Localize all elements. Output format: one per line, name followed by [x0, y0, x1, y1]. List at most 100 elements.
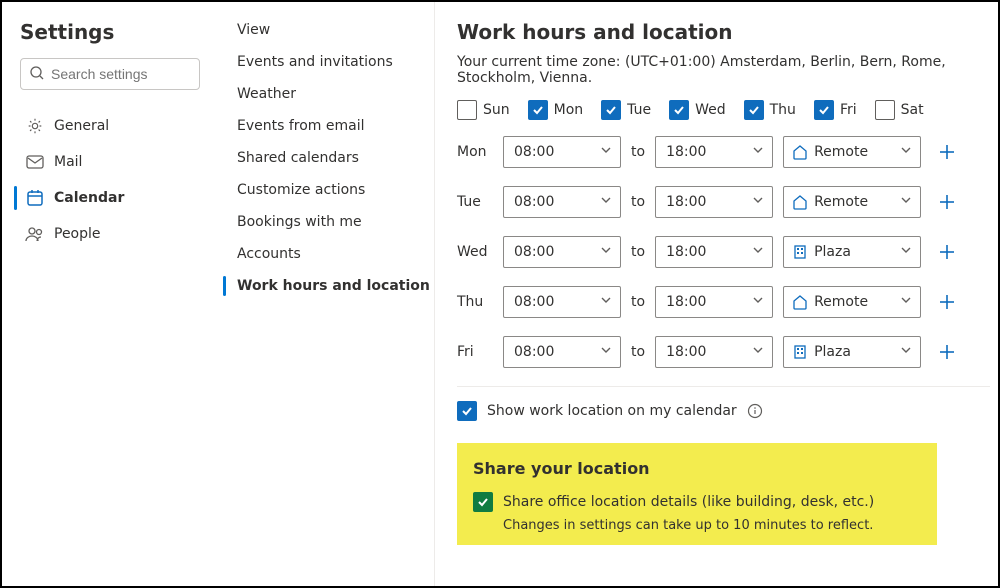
day-toggle[interactable]: Wed: [669, 100, 726, 120]
category-calendar[interactable]: Calendar: [20, 180, 205, 216]
day-label: Sat: [901, 102, 924, 118]
settings-heading: Settings: [20, 20, 205, 44]
end-time-dropdown[interactable]: 18:00: [655, 186, 773, 218]
start-time-value: 08:00: [514, 344, 554, 360]
day-name: Fri: [457, 344, 493, 360]
people-icon: [24, 226, 46, 242]
subcategory-item[interactable]: Work hours and location: [217, 270, 434, 302]
share-location-label: Share office location details (like buil…: [503, 494, 874, 510]
day-label: Mon: [554, 102, 584, 118]
share-location-checkbox[interactable]: [473, 492, 493, 512]
end-time-value: 18:00: [666, 194, 706, 210]
subcategory-item[interactable]: Customize actions: [217, 174, 434, 206]
chevron-down-icon: [600, 244, 612, 256]
subcategory-item[interactable]: View: [217, 14, 434, 46]
location-value: Remote: [814, 194, 868, 210]
start-time-dropdown[interactable]: 08:00: [503, 136, 621, 168]
day-toggle[interactable]: Tue: [601, 100, 651, 120]
checkbox[interactable]: [744, 100, 764, 120]
day-label: Thu: [770, 102, 796, 118]
work-hours-row: Wed 08:00 to 18:00 Plaza: [457, 236, 990, 268]
category-label: Mail: [54, 154, 82, 170]
search-input[interactable]: [20, 58, 200, 90]
end-time-dropdown[interactable]: 18:00: [655, 136, 773, 168]
location-value: Plaza: [814, 244, 851, 260]
add-slot-button[interactable]: [931, 286, 963, 318]
subcategory-item[interactable]: Weather: [217, 78, 434, 110]
day-name: Mon: [457, 144, 493, 160]
location-dropdown[interactable]: Remote: [783, 136, 921, 168]
subcategory-item[interactable]: Events from email: [217, 110, 434, 142]
category-people[interactable]: People: [20, 216, 205, 252]
home-icon: [792, 144, 808, 160]
category-label: People: [54, 226, 101, 242]
end-time-dropdown[interactable]: 18:00: [655, 286, 773, 318]
checkbox[interactable]: [528, 100, 548, 120]
category-label: Calendar: [54, 190, 124, 206]
day-name: Wed: [457, 244, 493, 260]
checkbox[interactable]: [457, 100, 477, 120]
gear-icon: [24, 117, 46, 135]
checkbox[interactable]: [601, 100, 621, 120]
checkbox[interactable]: [875, 100, 895, 120]
subcategory-item[interactable]: Shared calendars: [217, 142, 434, 174]
work-hours-row: Fri 08:00 to 18:00 Plaza: [457, 336, 990, 368]
subcategory-item[interactable]: Accounts: [217, 238, 434, 270]
day-name: Thu: [457, 294, 493, 310]
mail-icon: [24, 155, 46, 169]
show-location-label: Show work location on my calendar: [487, 403, 737, 419]
location-dropdown[interactable]: Plaza: [783, 336, 921, 368]
day-toggle[interactable]: Thu: [744, 100, 796, 120]
day-toggle[interactable]: Sat: [875, 100, 924, 120]
end-time-dropdown[interactable]: 18:00: [655, 336, 773, 368]
checkbox[interactable]: [814, 100, 834, 120]
category-mail[interactable]: Mail: [20, 144, 205, 180]
start-time-dropdown[interactable]: 08:00: [503, 286, 621, 318]
category-general[interactable]: General: [20, 108, 205, 144]
calendar-icon: [24, 189, 46, 207]
day-toggle[interactable]: Mon: [528, 100, 584, 120]
search-icon: [29, 65, 45, 81]
day-toggle[interactable]: Fri: [814, 100, 857, 120]
share-note: Changes in settings can take up to 10 mi…: [473, 518, 921, 533]
start-time-dropdown[interactable]: 08:00: [503, 336, 621, 368]
info-icon[interactable]: [747, 403, 763, 419]
chevron-down-icon: [900, 144, 912, 156]
chevron-down-icon: [752, 344, 764, 356]
show-location-checkbox[interactable]: [457, 401, 477, 421]
chevron-down-icon: [752, 244, 764, 256]
subcategory-item[interactable]: Events and invitations: [217, 46, 434, 78]
timezone-line: Your current time zone: (UTC+01:00) Amst…: [457, 54, 990, 86]
share-location-section: Share your location Share office locatio…: [457, 443, 937, 545]
subcategory-item[interactable]: Bookings with me: [217, 206, 434, 238]
start-time-dropdown[interactable]: 08:00: [503, 186, 621, 218]
end-time-dropdown[interactable]: 18:00: [655, 236, 773, 268]
chevron-down-icon: [752, 294, 764, 306]
checkbox[interactable]: [669, 100, 689, 120]
page-title: Work hours and location: [457, 20, 990, 44]
home-icon: [792, 194, 808, 210]
chevron-down-icon: [752, 144, 764, 156]
to-label: to: [631, 294, 645, 310]
search-settings[interactable]: [20, 58, 205, 90]
chevron-down-icon: [752, 194, 764, 206]
add-slot-button[interactable]: [931, 186, 963, 218]
chevron-down-icon: [900, 344, 912, 356]
location-dropdown[interactable]: Plaza: [783, 236, 921, 268]
add-slot-button[interactable]: [931, 136, 963, 168]
add-slot-button[interactable]: [931, 236, 963, 268]
location-dropdown[interactable]: Remote: [783, 286, 921, 318]
start-time-dropdown[interactable]: 08:00: [503, 236, 621, 268]
end-time-value: 18:00: [666, 294, 706, 310]
end-time-value: 18:00: [666, 144, 706, 160]
add-slot-button[interactable]: [931, 336, 963, 368]
divider: [457, 386, 990, 387]
day-toggle[interactable]: Sun: [457, 100, 510, 120]
start-time-value: 08:00: [514, 294, 554, 310]
location-dropdown[interactable]: Remote: [783, 186, 921, 218]
work-hours-row: Mon 08:00 to 18:00 Remote: [457, 136, 990, 168]
chevron-down-icon: [900, 194, 912, 206]
work-hours-row: Tue 08:00 to 18:00 Remote: [457, 186, 990, 218]
work-hours-row: Thu 08:00 to 18:00 Remote: [457, 286, 990, 318]
day-name: Tue: [457, 194, 493, 210]
